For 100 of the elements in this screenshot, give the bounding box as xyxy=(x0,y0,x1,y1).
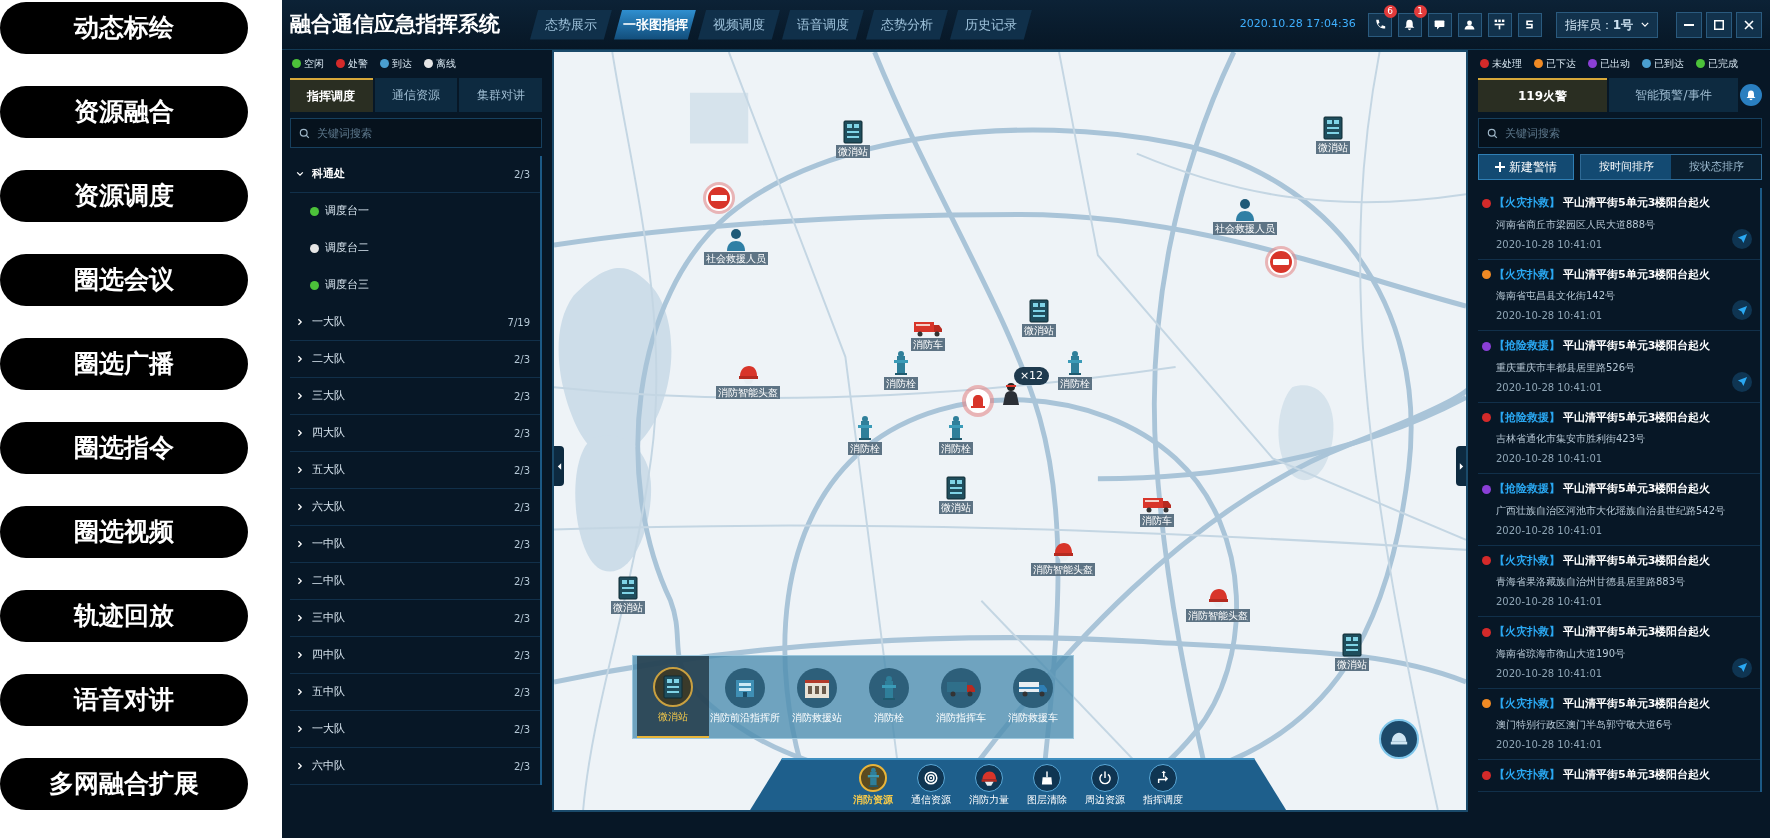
toolbar-item[interactable]: 消防资源 xyxy=(853,763,894,807)
cabinet-icon xyxy=(617,575,638,600)
toolbar-button[interactable] xyxy=(1457,12,1482,37)
marker-label: 微消站 xyxy=(1315,141,1350,155)
nav-tab[interactable]: 视频调度 xyxy=(698,9,780,40)
incident-item[interactable]: 【火灾扑救】 平山清平街5单元3楼阳台起火 澳门特别行政区澳门半岛郭守敬大道6号 2020-10-28 10:41:01 xyxy=(1478,688,1760,760)
sensor-icon xyxy=(1263,244,1298,279)
fire-truck-icon xyxy=(1141,495,1172,514)
nav-tab[interactable]: 一张图指挥 xyxy=(614,9,696,40)
tree-item[interactable]: 调度台三 xyxy=(290,267,540,304)
minimize-button[interactable] xyxy=(1676,11,1702,38)
tree-item[interactable]: 五中队 2/3 xyxy=(290,674,540,711)
tree-item[interactable]: 四中队 2/3 xyxy=(290,637,540,674)
panel-tab[interactable]: 通信资源 xyxy=(374,78,458,112)
tree-item[interactable]: 三大队 2/3 xyxy=(290,378,540,415)
legend-label: 未处理 xyxy=(1492,56,1522,71)
incident-title: 平山清平街5单元3楼阳台起火 xyxy=(1563,195,1711,211)
tree-item[interactable]: 调度台二 xyxy=(290,230,540,267)
count-text: 7/19 xyxy=(507,315,531,330)
incident-item[interactable]: 【火灾扑救】 平山清平街5单元3楼阳台起火 青海省果洛藏族自治州甘德县居里路883号 2020-10-28 10:41:01 xyxy=(1478,545,1760,617)
nav-tab[interactable]: 历史记录 xyxy=(950,9,1032,40)
toolbar-item[interactable]: 消防力量 xyxy=(969,763,1010,807)
incident-time: 2020-10-28 10:41:01 xyxy=(1496,309,1603,323)
incident-time: 2020-10-28 10:41:01 xyxy=(1496,523,1603,538)
search-field[interactable]: 关键词搜索 xyxy=(1478,118,1762,148)
panel-tab[interactable]: 智能预警/事件 xyxy=(1609,78,1738,112)
nav-tab[interactable]: 态势展示 xyxy=(530,9,612,40)
tree-item[interactable]: 三中队 2/3 xyxy=(290,600,540,637)
tree-item[interactable]: 六中队 2/3 xyxy=(290,748,540,785)
tree-item[interactable]: 六大队 2/3 xyxy=(290,489,540,526)
toolbar-item[interactable]: 图层清除 xyxy=(1027,763,1068,807)
tree-item[interactable]: 四大队 2/3 xyxy=(290,415,540,452)
incident-title: 平山清平街5单元3楼阳台起火 xyxy=(1563,695,1711,712)
maximize-button[interactable] xyxy=(1706,11,1732,38)
count-text: 2/3 xyxy=(513,500,531,515)
incident-time: 2020-10-28 10:41:01 xyxy=(1496,595,1603,609)
close-button[interactable] xyxy=(1736,11,1762,38)
toolbar-item[interactable]: 通信资源 xyxy=(911,763,952,807)
incident-tag: 【抢险救援】 xyxy=(1494,338,1560,355)
tree-item[interactable]: 调度台一 xyxy=(290,193,540,230)
panel-tab[interactable]: 集群对讲 xyxy=(459,78,542,112)
feature-label: 圈选广播 xyxy=(0,338,248,390)
tree-item[interactable]: 二大队 2/3 xyxy=(290,341,540,378)
toolbar-button[interactable] xyxy=(1487,12,1512,37)
toolbar-button[interactable] xyxy=(1367,12,1392,37)
count-text: 2/3 xyxy=(513,685,531,700)
marker-label: 消防车 xyxy=(910,338,945,352)
incident-item[interactable]: 【火灾扑救】 平山清平街5单元3楼阳台起火 海南省琼海市衡山大道190号 2020-10-28 10:41:01 xyxy=(1478,617,1760,689)
cabinet-icon xyxy=(843,120,864,145)
count-text: 2/3 xyxy=(513,463,531,478)
cabinet-icon xyxy=(1342,633,1362,658)
tree-item[interactable]: 一大队 7/19 xyxy=(290,304,540,341)
incident-item[interactable]: 【抢险救援】 平山清平街5单元3楼阳台起火 广西壮族自治区河池市大化瑶族自治县世纪路542号 2020-10-28 10:41:01 xyxy=(1478,474,1760,546)
incident-item[interactable]: 【抢险救援】 平山清平街5单元3楼阳台起火 吉林省通化市集安市胜利街423号 2020-10-28 10:41:01 xyxy=(1478,402,1760,474)
incident-item[interactable]: 【火灾扑救】 平山清平街5单元3楼阳台起火 河南省商丘市梁园区人民大道888号 2020-10-28 10:41:01 xyxy=(1478,188,1760,260)
marker-label: 消防智能头盔 xyxy=(1030,563,1095,577)
panel-tab[interactable]: 119火警 xyxy=(1478,78,1607,112)
operator-dropdown[interactable]: 指挥员：1号 xyxy=(1555,11,1658,38)
sort-option[interactable]: 按状态排序 xyxy=(1671,155,1761,179)
window-title: 融合通信应急指挥系统 xyxy=(290,10,500,38)
cabinet-icon xyxy=(1029,299,1050,324)
hydrant-icon xyxy=(881,675,898,702)
building-icon xyxy=(804,677,831,700)
fire-truck-icon xyxy=(912,319,943,338)
layer-item[interactable]: 微消站 xyxy=(637,655,710,738)
incident-title: 平山清平街5单元3楼阳台起火 xyxy=(1563,624,1711,640)
toolbar-item[interactable]: 周边资源 xyxy=(1085,763,1126,807)
panel-tab[interactable]: 指挥调度 xyxy=(290,78,373,112)
legend-label: 已到达 xyxy=(1654,56,1684,71)
nav-tab[interactable]: 语音调度 xyxy=(782,9,864,40)
person-icon xyxy=(1234,196,1257,221)
count-text: 2/3 xyxy=(513,167,531,182)
tree-item[interactable]: 二中队 2/3 xyxy=(290,563,540,600)
collapse-handle[interactable] xyxy=(1456,446,1466,487)
marker-label: 微消站 xyxy=(1022,324,1057,338)
incident-tag: 【抢险救援】 xyxy=(1494,409,1560,426)
tree-item[interactable]: 五大队 2/3 xyxy=(290,452,540,489)
incident-item[interactable]: 【火灾扑救】 平山清平街5单元3楼阳台起火 xyxy=(1478,760,1760,792)
collapse-handle[interactable] xyxy=(554,446,564,487)
search-icon xyxy=(1487,128,1498,139)
search-field[interactable]: 关键词搜索 xyxy=(290,118,542,148)
incident-item[interactable]: 【抢险救援】 平山清平街5单元3楼阳台起火 重庆重庆市丰都县居里路526号 2020-10-28 10:41:01 xyxy=(1478,331,1760,403)
new-alert-button[interactable]: 新建警情 xyxy=(1478,154,1574,180)
maximize-icon xyxy=(1714,19,1724,30)
incident-item[interactable]: 【火灾扑救】 平山清平街5单元3楼阳台起火 海南省屯昌县文化街142号 2020-10-28 10:41:01 xyxy=(1478,259,1760,331)
sort-option[interactable]: 按时间排序 xyxy=(1581,155,1671,179)
feature-label: 圈选会议 xyxy=(0,254,248,306)
toolbar-item[interactable]: 指挥调度 xyxy=(1143,763,1184,807)
toolbar-button[interactable] xyxy=(1517,12,1542,37)
notification-button[interactable] xyxy=(1740,84,1762,106)
incident-address: 澳门特别行政区澳门半岛郭守敬大道6号 xyxy=(1496,718,1673,732)
toolbar-button[interactable] xyxy=(1427,12,1452,37)
tree-item[interactable]: 科通处 2/3 xyxy=(290,156,540,193)
tree-item[interactable]: 一大队 2/3 xyxy=(290,711,540,748)
toolbar-button[interactable] xyxy=(1397,12,1422,37)
bell-icon xyxy=(1745,89,1757,101)
nav-tab[interactable]: 态势分析 xyxy=(866,9,948,40)
incident-time: 2020-10-28 10:41:01 xyxy=(1496,452,1603,466)
tree-item[interactable]: 一中队 2/3 xyxy=(290,526,540,563)
feature-label: 资源调度 xyxy=(0,170,248,222)
